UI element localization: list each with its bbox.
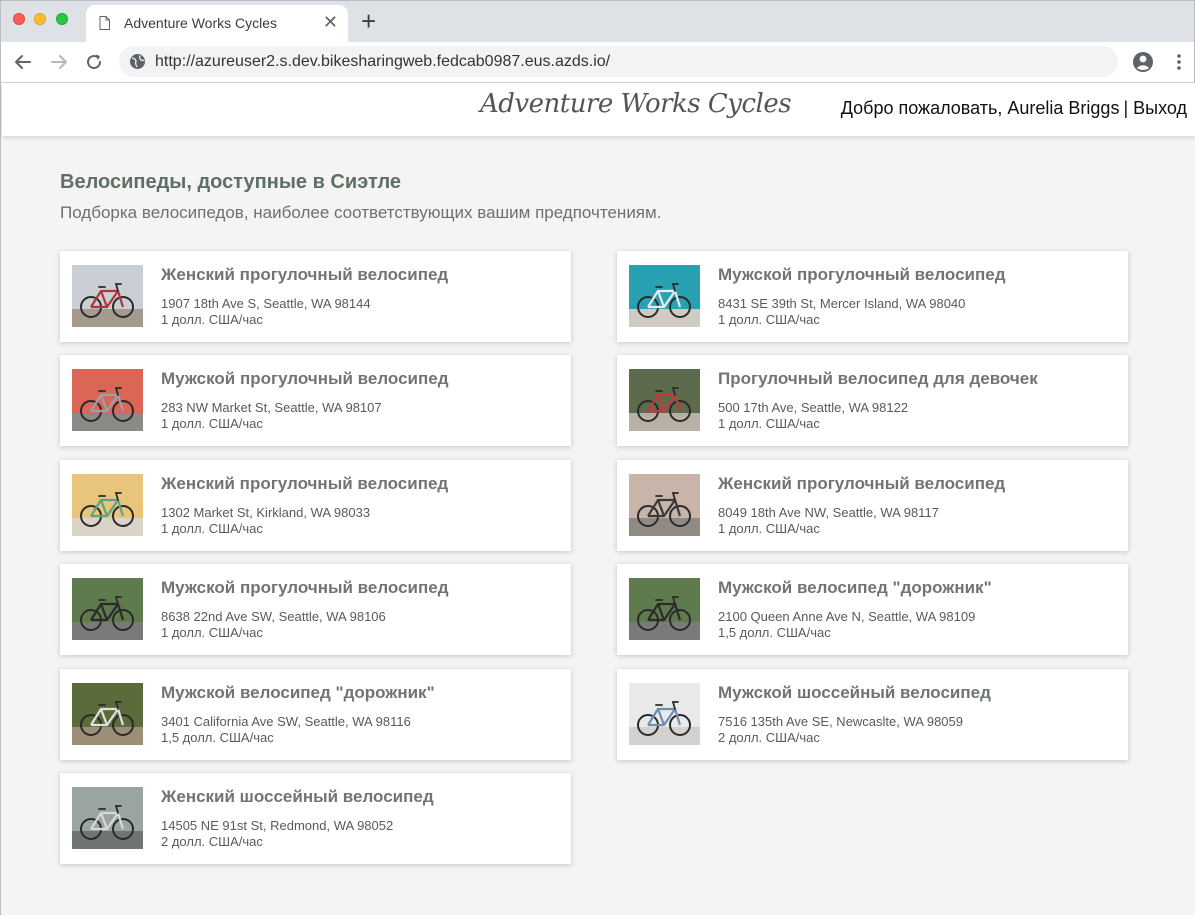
bike-photo [629,474,700,536]
bike-card[interactable]: Женский прогулочный велосипед 1907 18th A… [60,251,571,342]
forward-arrow-icon[interactable] [48,51,70,73]
browser-window: Adventure Works Cycles ✕ + http://azureu… [0,0,1195,915]
bike-address: 14505 NE 91st St, Redmond, WA 98052 [161,818,394,833]
bike-card[interactable]: Прогулочный велосипед для девочек 500 17t… [617,355,1128,446]
bike-photo [72,578,143,640]
browser-toolbar: http://azureuser2.s.dev.bikesharingweb.f… [1,42,1194,83]
bike-card[interactable]: Мужской велосипед "дорожник" 3401 Califor… [60,669,571,760]
site-header: Adventure Works Cycles Добро пожаловать,… [2,83,1195,136]
bike-address: 283 NW Market St, Seattle, WA 98107 [161,400,382,415]
bike-name: Мужской прогулочный велосипед [718,265,1006,284]
bike-address: 7516 135th Ave SE, Newcaslte, WA 98059 [718,714,963,729]
browser-tab[interactable]: Adventure Works Cycles ✕ [86,5,348,42]
url-text: http://azureuser2.s.dev.bikesharingweb.f… [155,53,611,70]
bike-name: Женский прогулочный велосипед [161,265,449,284]
bike-name: Мужской велосипед "дорожник" [161,683,435,702]
bike-name: Женский прогулочный велосипед [161,474,449,493]
bike-card[interactable]: Мужской прогулочный велосипед 283 NW Mark… [60,355,571,446]
bike-price: 1 долл. США/час [718,416,820,431]
bike-address: 8431 SE 39th St, Mercer Island, WA 98040 [718,296,966,311]
bike-name: Мужской шоссейный велосипед [718,683,991,702]
bike-price: 1 долл. США/час [161,521,263,536]
bike-address: 2100 Queen Anne Ave N, Seattle, WA 98109 [718,609,976,624]
new-tab-icon[interactable]: + [361,8,376,34]
bike-name: Прогулочный велосипед для девочек [718,369,1038,388]
main-content: Велосипеды, доступные в Сиэтле Подборка … [2,136,1195,915]
account-icon[interactable] [1132,51,1154,73]
page-title: Велосипеды, доступные в Сиэтле [60,171,402,193]
bike-price: 1,5 долл. США/час [718,625,831,640]
tab-title: Adventure Works Cycles [124,15,278,31]
bike-address: 8049 18th Ave NW, Seattle, WA 98117 [718,505,939,520]
bike-address: 1907 18th Ave S, Seattle, WA 98144 [161,296,371,311]
tab-bar: Adventure Works Cycles ✕ + [1,1,1194,42]
bike-price: 2 долл. США/час [161,834,263,849]
bike-name: Женский шоссейный велосипед [161,787,434,806]
bike-photo [629,683,700,745]
bike-price: 1 долл. США/час [718,312,820,327]
minimize-window-button[interactable] [34,13,46,25]
close-tab-icon[interactable]: ✕ [323,13,338,31]
user-greeting-bar: Добро пожаловать, Aurelia Briggs | Выход [841,98,1187,119]
logout-link[interactable]: Выход [1133,98,1187,118]
bike-price: 1 долл. США/час [161,625,263,640]
globe-icon [130,54,145,69]
bike-card[interactable]: Женский прогулочный велосипед 1302 Market… [60,460,571,551]
bike-name: Мужской велосипед "дорожник" [718,578,992,597]
bike-price: 1 долл. США/час [718,521,820,536]
bike-photo [629,369,700,431]
reload-icon[interactable] [83,51,105,73]
bike-card[interactable]: Мужской прогулочный велосипед 8431 SE 39t… [617,251,1128,342]
bike-price: 1 долл. США/час [161,312,263,327]
bike-name: Мужской прогулочный велосипед [161,369,449,388]
bike-photo [72,265,143,327]
site-logo[interactable]: Adventure Works Cycles [480,89,792,119]
bike-photo [72,474,143,536]
bike-card[interactable]: Женский прогулочный велосипед 8049 18th A… [617,460,1128,551]
bike-card[interactable]: Женский шоссейный велосипед 14505 NE 91st… [60,773,571,864]
bike-address: 8638 22nd Ave SW, Seattle, WA 98106 [161,609,386,624]
bike-price: 2 долл. США/час [718,730,820,745]
close-window-button[interactable] [13,13,25,25]
zoom-window-button[interactable] [56,13,68,25]
address-bar[interactable]: http://azureuser2.s.dev.bikesharingweb.f… [119,46,1118,77]
bike-name: Мужской прогулочный велосипед [161,578,449,597]
bike-photo [629,265,700,327]
bike-photo [72,787,143,849]
bike-photo [72,369,143,431]
welcome-text: Добро пожаловать, Aurelia Briggs [840,98,1120,118]
bike-photo [72,683,143,745]
separator: | [1123,98,1129,118]
bike-photo [629,578,700,640]
bike-address: 1302 Market St, Kirkland, WA 98033 [161,505,371,520]
bike-address: 3401 California Ave SW, Seattle, WA 9811… [161,714,411,729]
page-subtitle: Подборка велосипедов, наиболее соответст… [60,203,662,222]
bike-card[interactable]: Мужской велосипед "дорожник" 2100 Queen A… [617,564,1128,655]
bike-price: 1 долл. США/час [161,416,263,431]
document-icon [99,16,110,30]
bike-name: Женский прогулочный велосипед [718,474,1006,493]
bike-address: 500 17th Ave, Seattle, WA 98122 [718,400,909,415]
bike-card[interactable]: Мужской прогулочный велосипед 8638 22nd A… [60,564,571,655]
bike-card[interactable]: Мужской шоссейный велосипед 7516 135th Av… [617,669,1128,760]
back-arrow-icon[interactable] [12,51,34,73]
bike-price: 1,5 долл. США/час [161,730,274,745]
more-menu-icon[interactable] [1169,52,1189,72]
